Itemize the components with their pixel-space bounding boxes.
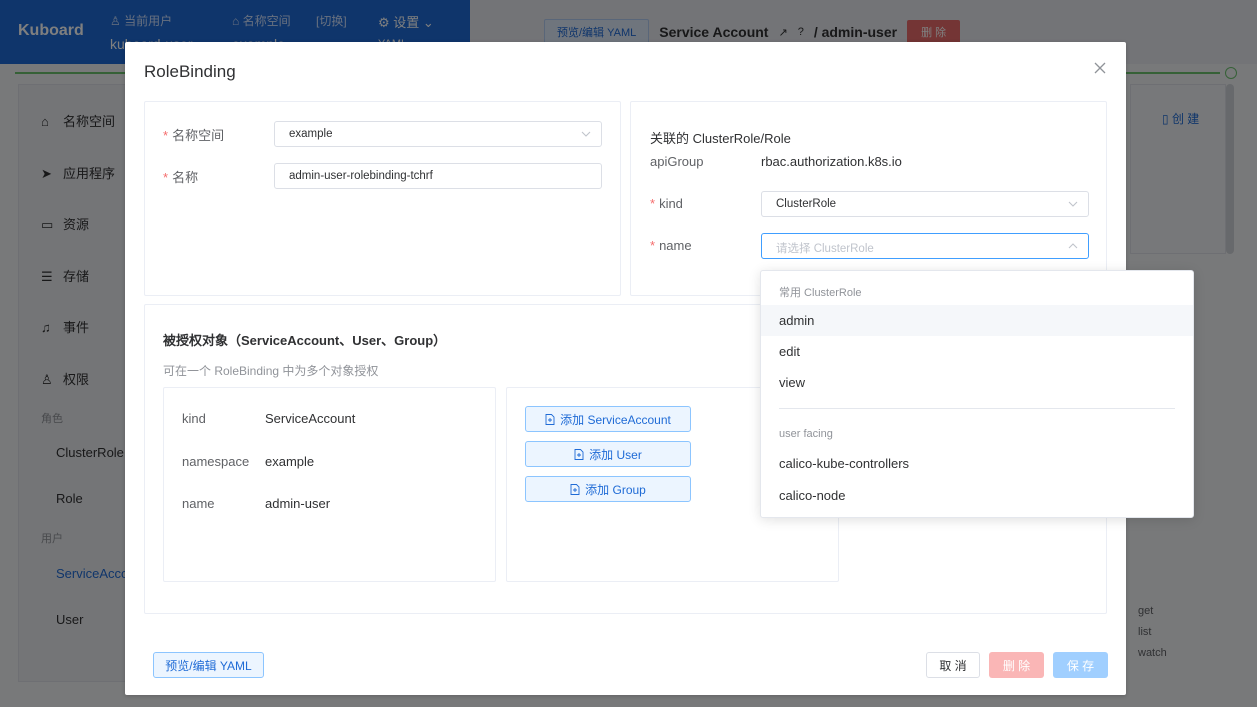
document-add-icon: [570, 483, 580, 495]
add-group-button[interactable]: 添加 Group: [525, 476, 691, 502]
dropdown-option-calico-kube-controllers[interactable]: calico-kube-controllers: [761, 448, 1193, 479]
dropdown-group-user-facing: user facing: [779, 428, 833, 440]
dropdown-option-admin[interactable]: admin: [761, 305, 1193, 336]
document-add-icon: [545, 413, 555, 425]
document-add-icon: [574, 448, 584, 460]
name-input-value: admin-user-rolebinding-tchrf: [289, 170, 433, 182]
role-name-select[interactable]: 请选择 ClusterRole: [761, 233, 1089, 259]
subject-name-value: admin-user: [265, 496, 331, 511]
role-name-placeholder: 请选择 ClusterRole: [776, 243, 874, 255]
namespace-select-value: example: [289, 128, 333, 140]
add-serviceaccount-button[interactable]: 添加 ServiceAccount: [525, 406, 691, 432]
kind-select-value: ClusterRole: [776, 198, 837, 210]
chevron-down-icon: [1068, 201, 1078, 207]
chevron-up-icon: [1068, 243, 1078, 249]
roleref-card: 关联的 ClusterRole/Role apiGroup rbac.autho…: [630, 101, 1107, 296]
dropdown-divider: [779, 408, 1175, 409]
dropdown-option-view[interactable]: view: [761, 367, 1193, 398]
save-button[interactable]: 保 存: [1053, 652, 1108, 678]
subject-namespace-value: example: [265, 454, 315, 469]
name-input[interactable]: admin-user-rolebinding-tchrf: [274, 163, 602, 189]
subject-name-label: name: [182, 496, 215, 511]
subjects-title: 被授权对象（ServiceAccount、User、Group）: [163, 333, 447, 348]
subject-kind-value: ServiceAccount: [265, 411, 356, 426]
subject-kind-label: kind: [182, 411, 206, 426]
clusterrole-dropdown: 常用 ClusterRole admin edit view user faci…: [760, 270, 1194, 518]
add-group-label: 添加 Group: [585, 482, 646, 497]
dialog-title: RoleBinding: [144, 62, 236, 81]
add-user-label: 添加 User: [589, 447, 642, 462]
delete-button[interactable]: 删 除: [989, 652, 1044, 678]
subjects-hint: 可在一个 RoleBinding 中为多个对象授权: [163, 364, 379, 378]
apigroup-label: apiGroup: [650, 154, 704, 169]
preview-yaml-button[interactable]: 预览/编辑 YAML: [153, 652, 264, 678]
close-icon[interactable]: [1093, 61, 1107, 75]
role-name-field-label-text: name: [659, 238, 692, 253]
chevron-down-icon: [581, 131, 591, 137]
role-name-field-label: * name: [650, 238, 692, 253]
apigroup-value: rbac.authorization.k8s.io: [761, 154, 902, 169]
kind-field-label-text: kind: [659, 196, 683, 211]
dropdown-option-calico-node[interactable]: calico-node: [761, 480, 1193, 511]
namespace-select[interactable]: example: [274, 121, 602, 147]
basic-info-card: * 名称空间 example * 名称 admin-user-rolebinding…: [144, 101, 621, 296]
dropdown-group-common: 常用 ClusterRole: [779, 287, 862, 299]
dropdown-option-edit[interactable]: edit: [761, 336, 1193, 367]
name-field-label-text: 名称: [172, 170, 199, 185]
roleref-title: 关联的 ClusterRole/Role: [650, 131, 791, 146]
add-serviceaccount-label: 添加 ServiceAccount: [560, 412, 671, 427]
name-field-label: * 名称: [163, 170, 199, 185]
namespace-field-label: * 名称空间: [163, 128, 225, 143]
subject-namespace-label: namespace: [182, 454, 250, 469]
add-user-button[interactable]: 添加 User: [525, 441, 691, 467]
cancel-button[interactable]: 取 消: [926, 652, 980, 678]
subject-item: kind ServiceAccount namespace example na…: [163, 387, 496, 582]
namespace-field-label-text: 名称空间: [172, 128, 225, 143]
kind-select[interactable]: ClusterRole: [761, 191, 1089, 217]
kind-field-label: * kind: [650, 196, 683, 211]
